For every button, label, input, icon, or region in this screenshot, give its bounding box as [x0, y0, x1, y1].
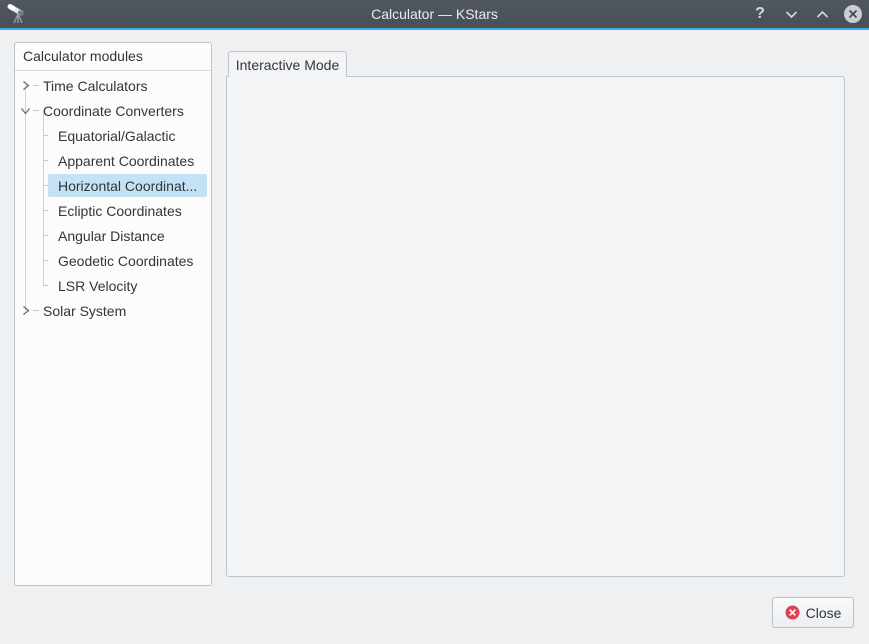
calculator-modules-panel: Calculator modules Time Calculators Coor… — [14, 42, 212, 586]
expanded-arrow-icon[interactable] — [20, 105, 31, 116]
calculator-window: Calculator — KStars ? Calculator modules — [0, 0, 869, 644]
tree-tick — [33, 85, 39, 86]
window-title: Calculator — KStars — [0, 6, 869, 22]
tree-item-label: Solar System — [43, 303, 126, 319]
tree-item-label[interactable]: Ecliptic Coordinates — [48, 199, 207, 222]
tree-tick — [33, 310, 39, 311]
tree-tick — [33, 110, 39, 111]
sidebar-item-apparent-coordinates[interactable]: Apparent Coordinates — [16, 148, 210, 173]
sidebar-item-ecliptic-coordinates[interactable]: Ecliptic Coordinates — [16, 198, 210, 223]
modules-tree: Time Calculators Coordinate Converters E… — [16, 73, 210, 323]
sidebar-item-equatorial-galactic[interactable]: Equatorial/Galactic — [16, 123, 210, 148]
interactive-mode-panel — [226, 76, 845, 577]
collapsed-arrow-icon[interactable] — [20, 80, 31, 91]
tab-label: Interactive Mode — [236, 57, 340, 73]
dialog-close-icon — [785, 605, 800, 620]
kstars-telescope-icon — [7, 3, 29, 25]
sidebar-item-geodetic-coordinates[interactable]: Geodetic Coordinates — [16, 248, 210, 273]
maximize-chevron-up-icon[interactable] — [812, 4, 832, 24]
close-button-label: Close — [806, 605, 842, 621]
tree-item-label[interactable]: Equatorial/Galactic — [48, 124, 207, 147]
close-button[interactable]: Close — [772, 597, 854, 628]
titlebar: Calculator — KStars ? — [0, 0, 869, 28]
sidebar-item-lsr-velocity[interactable]: LSR Velocity — [16, 273, 210, 298]
tree-item-label[interactable]: LSR Velocity — [48, 274, 207, 297]
tab-interactive-mode[interactable]: Interactive Mode — [228, 51, 347, 77]
tree-item-label[interactable]: Geodetic Coordinates — [48, 249, 207, 272]
sidebar-item-time-calculators[interactable]: Time Calculators — [16, 73, 210, 98]
tree-item-label[interactable]: Angular Distance — [48, 224, 207, 247]
sidebar-item-solar-system[interactable]: Solar System — [16, 298, 210, 323]
tree-item-label[interactable]: Apparent Coordinates — [48, 149, 207, 172]
help-icon[interactable]: ? — [750, 4, 770, 24]
sidebar-item-horizontal-coordinates[interactable]: Horizontal Coordinat... — [16, 173, 210, 198]
sidebar-item-angular-distance[interactable]: Angular Distance — [16, 223, 210, 248]
tree-item-label: Time Calculators — [43, 78, 148, 94]
tree-item-label-selected[interactable]: Horizontal Coordinat... — [48, 174, 207, 197]
tree-item-label: Coordinate Converters — [43, 103, 184, 119]
close-icon[interactable] — [843, 4, 863, 24]
collapsed-arrow-icon[interactable] — [20, 305, 31, 316]
minimize-chevron-down-icon[interactable] — [781, 4, 801, 24]
titlebar-accent-line — [0, 28, 869, 30]
sidebar-item-coordinate-converters[interactable]: Coordinate Converters — [16, 98, 210, 123]
modules-header: Calculator modules — [15, 43, 211, 71]
